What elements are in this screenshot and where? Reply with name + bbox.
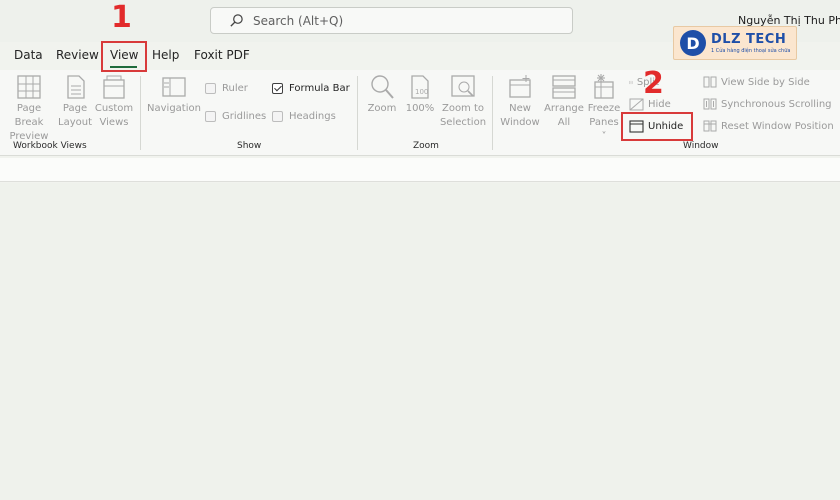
logo-badge: D	[680, 30, 706, 56]
view-side-by-side-label: View Side by Side	[721, 76, 810, 88]
show-group-label: Show	[237, 141, 262, 151]
zoom-icon	[371, 75, 394, 99]
reset-window-position-button[interactable]: Reset Window Position	[703, 120, 834, 132]
new-window-icon	[509, 75, 531, 98]
group-separator	[357, 76, 358, 150]
split-icon	[629, 80, 633, 85]
zoom-100-label: 100%	[405, 103, 435, 114]
ruler-label: Ruler	[222, 83, 248, 94]
logo-text: DLZ TECH	[711, 32, 787, 47]
freeze-panes-label-2: Panes ˅	[589, 117, 619, 142]
navigation-icon	[162, 77, 186, 97]
page-layout-label-1: Page	[62, 103, 88, 114]
zoom-label: Zoom	[367, 103, 397, 114]
new-window-button[interactable]: New Window	[498, 74, 542, 130]
headings-label: Headings	[289, 111, 336, 122]
dlz-tech-logo: D DLZ TECH 1 Cửa hàng điện thoại sửa chữ…	[673, 26, 797, 60]
freeze-panes-icon	[594, 74, 614, 99]
tab-foxit-pdf[interactable]: Foxit PDF	[194, 48, 250, 62]
tab-data[interactable]: Data	[14, 48, 43, 62]
synchronous-scrolling-button[interactable]: Synchronous Scrolling	[703, 98, 832, 110]
page-break-preview-button[interactable]: Page Break Preview	[2, 74, 56, 144]
search-box[interactable]: Search (Alt+Q)	[210, 7, 573, 34]
synchronous-scrolling-icon	[703, 98, 717, 110]
page-break-preview-icon	[17, 75, 41, 99]
arrange-all-icon	[552, 75, 576, 99]
navigation-button[interactable]: Navigation	[146, 74, 202, 116]
freeze-panes-label-1: Freeze	[587, 103, 621, 114]
page-break-preview-label-1: Page Break	[14, 103, 44, 128]
zoom-group-label: Zoom	[413, 141, 439, 151]
tab-help[interactable]: Help	[152, 48, 179, 62]
headings-checkbox-box[interactable]	[272, 111, 283, 122]
new-window-label-2: Window	[500, 117, 540, 128]
formula-bar-area	[0, 158, 840, 182]
formula-bar-checkbox[interactable]: Formula Bar	[272, 83, 350, 94]
search-placeholder: Search (Alt+Q)	[253, 13, 344, 28]
logo-subtitle: 1 Cửa hàng điện thoại sửa chữa	[711, 48, 791, 54]
hide-icon	[629, 98, 644, 111]
ruler-checkbox-box[interactable]	[205, 83, 216, 94]
formula-bar-label: Formula Bar	[289, 83, 350, 94]
custom-views-label-1: Custom	[94, 103, 134, 114]
custom-views-button[interactable]: Custom Views	[94, 74, 134, 130]
group-separator	[140, 76, 141, 150]
formula-bar-checkbox-box[interactable]	[272, 83, 283, 94]
navigation-label: Navigation	[147, 103, 201, 114]
group-separator	[492, 76, 493, 150]
gridlines-label: Gridlines	[222, 111, 267, 122]
new-window-label-1: New	[509, 103, 531, 114]
zoom-to-selection-button[interactable]: Zoom to Selection	[438, 74, 488, 130]
headings-checkbox[interactable]: Headings	[272, 111, 336, 122]
page-layout-button[interactable]: Page Layout	[57, 74, 93, 130]
search-icon	[230, 14, 243, 27]
zoom-to-selection-label-1: Zoom to	[441, 103, 485, 114]
window-group-label: Window	[683, 141, 719, 151]
custom-views-label-2: Views	[99, 117, 129, 128]
reset-window-position-label: Reset Window Position	[721, 120, 834, 132]
synchronous-scrolling-label: Synchronous Scrolling	[721, 98, 832, 110]
freeze-panes-button[interactable]: Freeze Panes ˅	[586, 74, 622, 144]
gridlines-checkbox-box[interactable]	[205, 111, 216, 122]
svg-text:100: 100	[415, 88, 428, 96]
view-side-by-side-button[interactable]: View Side by Side	[703, 76, 810, 88]
ruler-checkbox[interactable]: Ruler	[205, 83, 248, 94]
arrange-all-button[interactable]: Arrange All	[543, 74, 585, 130]
page-layout-icon	[67, 75, 85, 99]
worksheet-area[interactable]	[0, 183, 840, 500]
arrange-all-label-2: All	[557, 117, 571, 128]
zoom-selection-icon	[451, 75, 475, 97]
gridlines-checkbox[interactable]: Gridlines	[205, 111, 266, 122]
zoom-100-icon: 100	[411, 75, 429, 99]
view-tab-highlight	[101, 41, 147, 72]
zoom-to-selection-label-2: Selection	[439, 117, 487, 128]
arrange-all-label-1: Arrange	[544, 103, 584, 114]
step-2-marker: 2	[643, 66, 664, 101]
page-layout-label-2: Layout	[58, 117, 92, 128]
step-1-marker: 1	[111, 0, 132, 35]
workbook-views-group-label: Workbook Views	[13, 141, 87, 151]
zoom-button[interactable]: Zoom	[364, 74, 400, 116]
reset-window-position-icon	[703, 120, 717, 132]
unhide-highlight	[621, 112, 693, 141]
zoom-100-button[interactable]: 100 100%	[403, 74, 437, 116]
custom-views-icon	[103, 75, 125, 99]
tab-review[interactable]: Review	[56, 48, 99, 62]
view-side-by-side-icon	[703, 76, 717, 88]
